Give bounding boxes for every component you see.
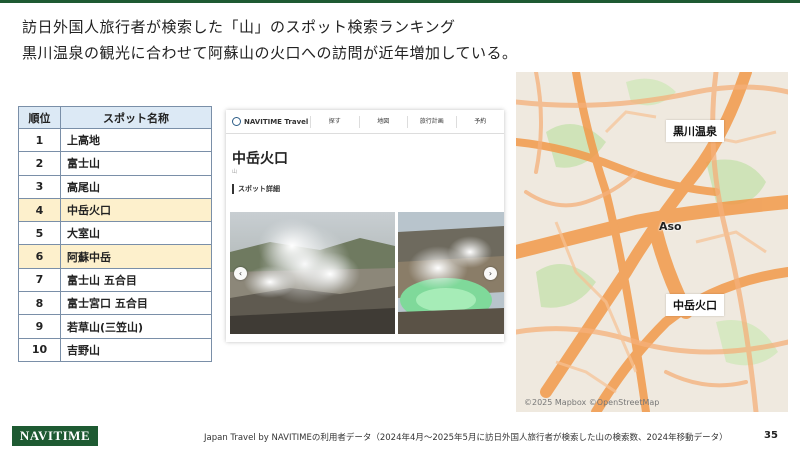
slide-title: 訪日外国人旅行者が検索した「山」のスポット検索ランキング: [22, 18, 456, 36]
column-header-rank: 順位: [18, 106, 61, 129]
rank-cell: 2: [18, 151, 61, 176]
ranking-table: 順位 スポット名称 1 上高地 2 富士山 3 高尾山 4 中岳火口 5 大室山 6 阿蘇中…: [18, 106, 212, 362]
spot-name-cell: 若草山(三笠山): [60, 314, 212, 339]
spot-category: 山: [232, 169, 238, 175]
table-row: 9 若草山(三笠山): [18, 314, 212, 339]
carousel-next-button[interactable]: ›: [484, 267, 497, 280]
table-row: 3 高尾山: [18, 174, 212, 199]
map-attribution[interactable]: ©2025 Mapbox ©OpenStreetMap: [524, 398, 659, 407]
rank-cell: 8: [18, 291, 61, 316]
spot-name-cell: 富士山: [60, 151, 212, 176]
rank-cell: 6: [18, 244, 61, 269]
table-row: 1 上高地: [18, 127, 212, 153]
map-base: [516, 72, 788, 412]
heatmap-map[interactable]: 黒川温泉 Aso 中岳火口 ©2025 Mapbox ©OpenStreetMa…: [516, 72, 788, 412]
spot-name-cell: 大室山: [60, 221, 212, 246]
rank-cell: 7: [18, 267, 61, 293]
spot-name-cell: 高尾山: [60, 174, 212, 199]
map-label-aso: Aso: [659, 220, 682, 233]
spot-name-cell: 吉野山: [60, 337, 212, 362]
nav-tab-map[interactable]: 地図: [358, 115, 408, 128]
site-navbar: NAVITIME Travel 探す 地図 旅行計画 予約: [226, 110, 504, 134]
source-note: Japan Travel by NAVITIMEの利用者データ（2024年4月～…: [204, 433, 728, 443]
nav-tab-search[interactable]: 探す: [310, 115, 359, 128]
table-row: 8 富士宮口 五合目: [18, 291, 212, 316]
rank-cell: 4: [18, 197, 61, 223]
rank-cell: 10: [18, 337, 61, 362]
crater-photo-smoke-image: [230, 212, 395, 334]
website-screenshot: NAVITIME Travel 探す 地図 旅行計画 予約 中岳火口 山 スポッ…: [226, 110, 504, 342]
rank-cell: 3: [18, 174, 61, 199]
page-number: 35: [764, 430, 778, 441]
table-row: 7 富士山 五合目: [18, 267, 212, 293]
carousel-prev-button[interactable]: ‹: [234, 267, 247, 280]
site-logo-text: NAVITIME Travel: [244, 117, 309, 126]
slide-subtitle: 黒川温泉の観光に合わせて阿蘇山の火口への訪問が近年増加している。: [22, 44, 518, 62]
nav-tab-trip-plan[interactable]: 旅行計画: [407, 115, 456, 128]
spot-detail-heading: スポット詳細: [232, 184, 280, 194]
table-row-highlighted: 6 阿蘇中岳: [18, 244, 212, 269]
crater-photo-smoke[interactable]: [230, 212, 395, 334]
rank-cell: 1: [18, 127, 61, 153]
rank-cell: 5: [18, 221, 61, 246]
spot-name-cell: 中岳火口: [60, 197, 212, 223]
table-row: 5 大室山: [18, 221, 212, 246]
table-row: 10 吉野山: [18, 337, 212, 362]
map-label-nakadake: 中岳火口: [666, 294, 724, 316]
spot-name-cell: 富士山 五合目: [60, 267, 212, 293]
table-row: 2 富士山: [18, 151, 212, 176]
site-logo[interactable]: NAVITIME Travel: [226, 117, 310, 126]
map-label-kurokawa: 黒川温泉: [666, 120, 724, 142]
navitime-logo: NAVITIME: [12, 426, 98, 446]
column-header-spot: スポット名称: [60, 106, 212, 129]
spot-name-cell: 富士宮口 五合目: [60, 291, 212, 316]
table-row-highlighted: 4 中岳火口: [18, 197, 212, 223]
navitime-logo-icon: [232, 117, 241, 126]
spot-title: 中岳火口: [232, 151, 288, 167]
spot-name-cell: 阿蘇中岳: [60, 244, 212, 269]
top-rule: [0, 0, 800, 3]
rank-cell: 9: [18, 314, 61, 339]
table-header-row: 順位 スポット名称: [18, 106, 212, 129]
spot-name-cell: 上高地: [60, 127, 212, 153]
nav-tab-booking[interactable]: 予約: [455, 115, 505, 128]
